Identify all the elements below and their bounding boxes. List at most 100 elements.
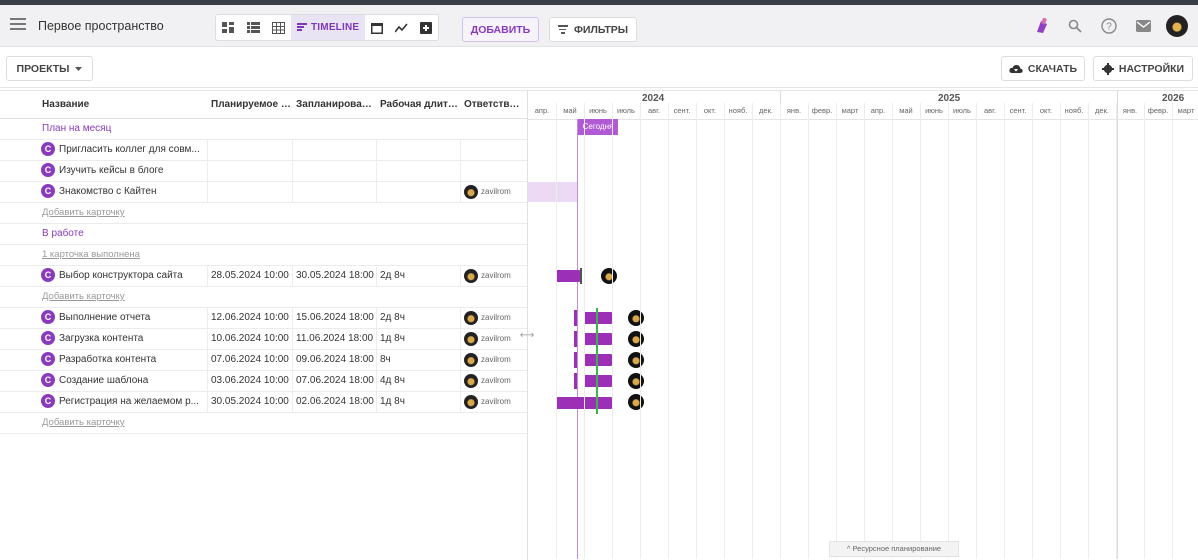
planned-start-cell[interactable] — [208, 182, 293, 202]
planned-start-cell[interactable]: 30.05.2024 10:00 — [208, 392, 293, 412]
card-name-cell[interactable]: C Регистрация на желаемом р... — [38, 392, 208, 412]
mail-icon[interactable] — [1132, 15, 1154, 37]
duration-cell[interactable]: 4д 8ч — [377, 371, 461, 391]
brush-icon[interactable] — [1030, 15, 1052, 37]
add-card-link[interactable]: Добавить карточку — [42, 413, 125, 433]
planned-end-cell[interactable]: 07.06.2024 18:00 — [293, 371, 377, 391]
group-header-row[interactable]: План на месяц — [0, 119, 527, 140]
responsible-cell[interactable]: zavilrom — [461, 392, 527, 412]
table-row[interactable]: C Разработка контента 07.06.2024 10:00 09… — [0, 350, 527, 371]
card-name-cell[interactable]: C Знакомство с Кайтен — [38, 182, 208, 202]
planned-start-cell[interactable]: 12.06.2024 10:00 — [208, 308, 293, 328]
planned-end-cell[interactable] — [293, 182, 377, 202]
planned-end-cell[interactable] — [293, 161, 377, 181]
planned-end-cell[interactable]: 15.06.2024 18:00 — [293, 308, 377, 328]
responsible-cell[interactable]: zavilrom — [461, 308, 527, 328]
download-button[interactable]: СКАЧАТЬ — [1001, 56, 1085, 81]
duration-cell[interactable] — [377, 140, 461, 160]
task-assignee-avatar[interactable] — [601, 268, 617, 284]
search-icon[interactable] — [1064, 15, 1086, 37]
space-title[interactable]: Первое пространство — [38, 19, 164, 33]
duration-cell[interactable] — [377, 182, 461, 202]
card-name-cell[interactable]: C Загрузка контента — [38, 329, 208, 349]
column-header-name[interactable]: Название — [42, 99, 202, 110]
hamburger-icon[interactable] — [10, 18, 26, 32]
resize-handle-icon[interactable]: ⟷ — [519, 328, 535, 344]
duration-cell[interactable]: 1д 8ч — [377, 392, 461, 412]
duration-cell[interactable]: 2д 8ч — [377, 266, 461, 286]
add-view-button[interactable] — [414, 15, 438, 40]
planned-end-cell[interactable]: 30.05.2024 18:00 — [293, 266, 377, 286]
planned-start-cell[interactable] — [208, 161, 293, 181]
planned-end-cell[interactable]: 09.06.2024 18:00 — [293, 350, 377, 370]
task-bar[interactable] — [584, 312, 612, 324]
board-view-button[interactable] — [216, 15, 241, 40]
responsible-cell[interactable]: zavilrom — [461, 371, 527, 391]
settings-button[interactable]: НАСТРОЙКИ — [1093, 56, 1193, 81]
timeline-chart[interactable]: 2024 2025 2026 Сегодня апр. май июнь июль ав… — [527, 90, 1198, 560]
table-row[interactable]: C Пригласить коллег для совм... — [0, 140, 527, 161]
projects-dropdown[interactable]: ПРОЕКТЫ — [6, 56, 93, 81]
task-bar[interactable] — [556, 270, 580, 282]
done-cards-link[interactable]: 1 карточка выполнена — [42, 245, 140, 265]
responsible-cell[interactable]: zavilrom — [461, 350, 527, 370]
duration-cell[interactable]: 1д 8ч — [377, 329, 461, 349]
timeline-view-button[interactable]: TIMELINE — [291, 15, 366, 40]
card-name-cell[interactable]: C Создание шаблона — [38, 371, 208, 391]
task-assignee-avatar[interactable] — [628, 310, 644, 326]
planned-start-cell[interactable] — [208, 140, 293, 160]
table-row[interactable]: C Изучить кейсы в блоге — [0, 161, 527, 182]
responsible-cell[interactable]: zavilrom — [461, 329, 527, 349]
resource-planning-toggle[interactable]: ^ Ресурсное планирование — [829, 541, 959, 557]
task-bar[interactable] — [584, 375, 612, 387]
add-card-link[interactable]: Добавить карточку — [42, 287, 125, 307]
column-header-planned-end[interactable]: Запланирован... — [296, 99, 374, 110]
card-name-cell[interactable]: C Пригласить коллег для совм... — [38, 140, 208, 160]
group-title[interactable]: План на месяц — [42, 119, 111, 139]
column-header-duration[interactable]: Рабочая длите... — [380, 99, 458, 110]
column-header-planned-start[interactable]: Планируемое н... — [211, 99, 291, 110]
chart-view-button[interactable] — [389, 15, 414, 40]
planned-start-cell[interactable]: 07.06.2024 10:00 — [208, 350, 293, 370]
table-row[interactable]: C Знакомство с Кайтен zavilrom — [0, 182, 527, 203]
responsible-cell[interactable] — [461, 161, 527, 181]
table-row[interactable]: C Создание шаблона 03.06.2024 10:00 07.06… — [0, 371, 527, 392]
user-avatar[interactable] — [1166, 15, 1188, 37]
task-assignee-avatar[interactable] — [628, 331, 644, 347]
table-row[interactable]: C Загрузка контента 10.06.2024 10:00 11.0… — [0, 329, 527, 350]
task-assignee-avatar[interactable] — [628, 352, 644, 368]
unscheduled-bar[interactable] — [528, 182, 577, 202]
task-assignee-avatar[interactable] — [628, 373, 644, 389]
planned-start-cell[interactable]: 28.05.2024 10:00 — [208, 266, 293, 286]
table-row[interactable]: C Регистрация на желаемом р... 30.05.2024… — [0, 392, 527, 413]
duration-cell[interactable] — [377, 161, 461, 181]
group-title[interactable]: В работе — [42, 224, 84, 244]
responsible-cell[interactable]: zavilrom — [461, 266, 527, 286]
task-assignee-avatar[interactable] — [628, 394, 644, 410]
duration-cell[interactable]: 8ч — [377, 350, 461, 370]
group-header-row[interactable]: В работе — [0, 224, 527, 245]
task-bar[interactable] — [584, 354, 612, 366]
add-card-link[interactable]: Добавить карточку — [42, 203, 125, 223]
planned-end-cell[interactable]: 02.06.2024 18:00 — [293, 392, 377, 412]
column-header-responsible[interactable]: Ответствен... — [464, 99, 524, 110]
card-name-cell[interactable]: C Разработка контента — [38, 350, 208, 370]
card-name-cell[interactable]: C Выполнение отчета — [38, 308, 208, 328]
planned-end-cell[interactable] — [293, 140, 377, 160]
planned-start-cell[interactable]: 03.06.2024 10:00 — [208, 371, 293, 391]
card-name-cell[interactable]: C Выбор конструктора сайта — [38, 266, 208, 286]
duration-cell[interactable]: 2д 8ч — [377, 308, 461, 328]
responsible-cell[interactable] — [461, 140, 527, 160]
filters-button[interactable]: ФИЛЬТРЫ — [549, 17, 637, 42]
table-row[interactable]: C Выбор конструктора сайта 28.05.2024 10:… — [0, 266, 527, 287]
list-view-button[interactable] — [241, 15, 266, 40]
planned-start-cell[interactable]: 10.06.2024 10:00 — [208, 329, 293, 349]
add-button[interactable]: ДОБАВИТЬ — [462, 17, 539, 42]
card-name-cell[interactable]: C Изучить кейсы в блоге — [38, 161, 208, 181]
table-view-button[interactable] — [266, 15, 291, 40]
task-bar[interactable] — [584, 333, 612, 345]
responsible-cell[interactable]: zavilrom — [461, 182, 527, 202]
table-row[interactable]: C Выполнение отчета 12.06.2024 10:00 15.0… — [0, 308, 527, 329]
help-icon[interactable]: ? — [1098, 15, 1120, 37]
calendar-view-button[interactable] — [365, 15, 389, 40]
